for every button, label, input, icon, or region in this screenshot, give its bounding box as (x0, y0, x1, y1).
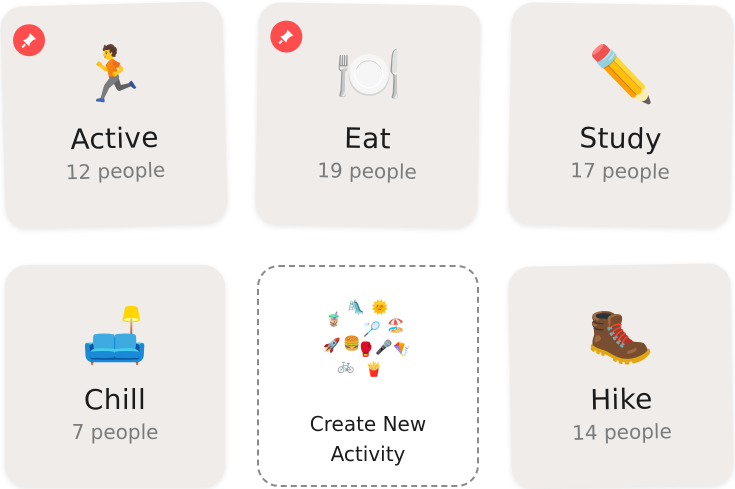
card-title: Study (579, 121, 663, 156)
card-title: Chill (83, 383, 147, 416)
collage-emoji: 🌞 (371, 300, 389, 316)
activity-card-active[interactable]: 🏃 Active 12 people (0, 1, 228, 229)
activity-card-eat[interactable]: 🍽️ Eat 19 people (255, 2, 481, 228)
collage-emoji: 🛝 (347, 300, 365, 316)
activity-card-study[interactable]: ✏️ Study 17 people (508, 2, 734, 228)
plate-cutlery-icon: 🍽️ (334, 42, 403, 107)
card-people-count: 12 people (65, 157, 166, 185)
activity-card-hike[interactable]: 🥾 Hike 14 people (508, 263, 734, 489)
activity-card-chill[interactable]: 🛋️ Chill 7 people (5, 265, 225, 487)
create-activity-label: Create New Activity (309, 412, 427, 466)
hiking-boot-icon: 🥾 (586, 303, 655, 368)
collage-emoji: 🥊 (357, 342, 375, 358)
pencil-icon: ✏️ (587, 42, 656, 107)
collage-emoji: 🏖️ (387, 318, 405, 334)
couch-lamp-icon: 🛋️ (81, 304, 149, 367)
card-title: Hike (589, 382, 653, 417)
card-title: Eat (343, 121, 392, 156)
create-new-activity-button[interactable]: 🧋 🛝 🌞 🏸 🏖️ 🚀 🍔 🎤 🪁 🚲 🍟 🥊 Create New Acti… (257, 265, 479, 487)
collage-emoji: 🎤 (375, 340, 393, 356)
collage-emoji: 🚀 (323, 338, 341, 354)
pin-icon (270, 20, 303, 53)
pin-icon (12, 23, 46, 57)
card-people-count: 14 people (571, 419, 672, 445)
card-people-count: 19 people (317, 158, 418, 184)
collage-emoji: 🧋 (325, 312, 343, 328)
activities-collage-icon: 🧋 🛝 🌞 🏸 🏖️ 🚀 🍔 🎤 🪁 🚲 🍟 🥊 (323, 299, 413, 389)
card-people-count: 17 people (570, 158, 671, 184)
collage-emoji: 🪁 (393, 342, 411, 358)
card-people-count: 7 people (71, 420, 159, 444)
collage-emoji: 🚲 (337, 358, 355, 374)
collage-emoji: 🍟 (365, 362, 383, 378)
runner-icon: 🏃 (78, 42, 148, 107)
card-title: Active (69, 120, 160, 157)
collage-emoji: 🏸 (363, 322, 381, 338)
